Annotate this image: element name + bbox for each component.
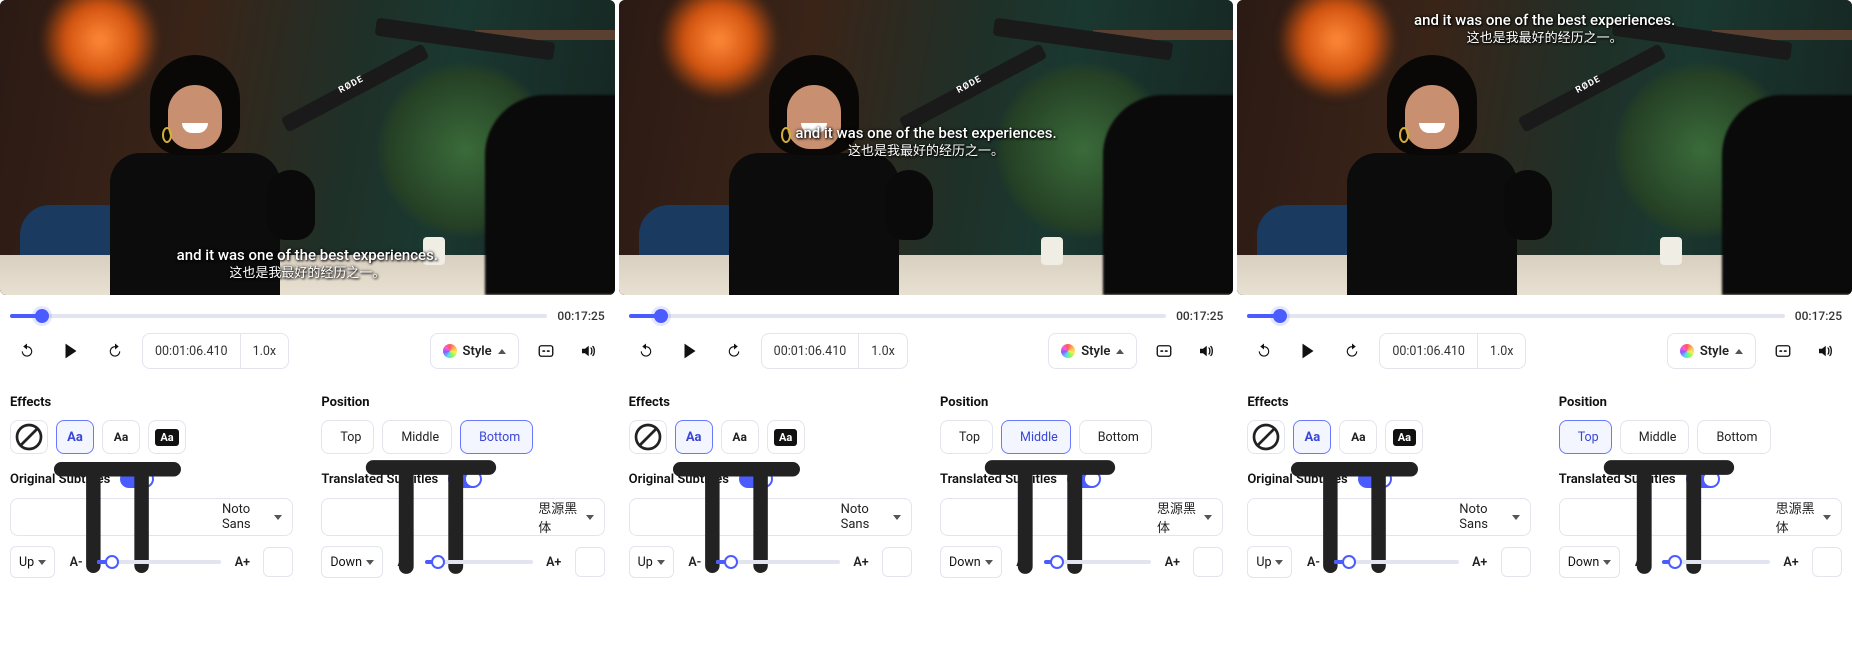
progress-bar[interactable]: [10, 314, 547, 318]
chevron-down-icon: [274, 515, 282, 520]
original-size-plus[interactable]: A+: [1469, 555, 1491, 570]
speed-select[interactable]: 1.0x: [858, 334, 907, 368]
captions-button[interactable]: [529, 334, 563, 368]
translated-size-slider[interactable]: [1044, 560, 1152, 564]
progress-bar[interactable]: [629, 314, 1166, 318]
video-subject: [1317, 35, 1537, 295]
total-duration: 00:17:25: [557, 309, 604, 323]
editor-panel: RØDE and it was one of the best experien…: [619, 0, 1234, 664]
position-heading: Position: [321, 395, 604, 410]
effects-heading: Effects: [10, 395, 293, 410]
progress-bar[interactable]: [1247, 314, 1784, 318]
editor-panel: RØDE and it was one of the best experien…: [1237, 0, 1852, 664]
editor-panel: RØDE and it was one of the best experien…: [0, 0, 615, 664]
translated-size-plus[interactable]: A+: [1780, 555, 1802, 570]
speed-select[interactable]: 1.0x: [240, 334, 289, 368]
chevron-down-icon: [1204, 515, 1212, 520]
chevron-up-icon: [498, 349, 506, 354]
style-icon: [1061, 344, 1075, 358]
chevron-up-icon: [1116, 349, 1124, 354]
original-size-slider[interactable]: [97, 560, 221, 564]
volume-button[interactable]: [1189, 334, 1223, 368]
original-size-slider[interactable]: [716, 560, 840, 564]
chevron-down-icon: [586, 515, 594, 520]
play-button[interactable]: [1291, 334, 1325, 368]
effects-heading: Effects: [629, 395, 912, 410]
translated-font-select-value: 思源黑体: [1157, 498, 1196, 536]
translated-size-plus[interactable]: A+: [543, 555, 565, 570]
translated-color-swatch[interactable]: [575, 547, 605, 577]
total-duration: 00:17:25: [1795, 309, 1842, 323]
rewind-button[interactable]: [10, 334, 44, 368]
video-preview[interactable]: RØDE and it was one of the best experien…: [619, 0, 1234, 295]
translated-font-select[interactable]: 思源黑体: [1559, 498, 1842, 536]
effects-heading: Effects: [1247, 395, 1530, 410]
captions-button[interactable]: [1766, 334, 1800, 368]
video-subject: [699, 35, 919, 295]
translated-size-slider[interactable]: [1662, 560, 1770, 564]
original-size-plus[interactable]: A+: [850, 555, 872, 570]
time-speed-segment: 00:01:06.410 1.0x: [1379, 333, 1526, 369]
original-font-select-value: Noto Sans: [1459, 502, 1503, 532]
speed-select[interactable]: 1.0x: [1477, 334, 1526, 368]
translated-font-select[interactable]: 思源黑体: [321, 498, 604, 536]
style-icon: [1680, 344, 1694, 358]
translated-size-slider[interactable]: [425, 560, 533, 564]
translated-color-swatch[interactable]: [1812, 547, 1842, 577]
volume-button[interactable]: [571, 334, 605, 368]
translated-font-select-value: 思源黑体: [538, 498, 577, 536]
original-color-swatch[interactable]: [263, 547, 293, 577]
original-font-select[interactable]: Noto Sans: [10, 498, 293, 536]
total-duration: 00:17:25: [1176, 309, 1223, 323]
forward-button[interactable]: [98, 334, 132, 368]
style-button[interactable]: Style: [1667, 333, 1756, 369]
video-preview[interactable]: RØDE and it was one of the best experien…: [1237, 0, 1852, 295]
video-subject: [80, 35, 300, 295]
translated-size-plus[interactable]: A+: [1161, 555, 1183, 570]
original-color-swatch[interactable]: [882, 547, 912, 577]
chevron-down-icon: [1512, 515, 1520, 520]
original-font-select[interactable]: Noto Sans: [629, 498, 912, 536]
play-button[interactable]: [54, 334, 88, 368]
translated-color-swatch[interactable]: [1193, 547, 1223, 577]
translated-font-select[interactable]: 思源黑体: [940, 498, 1223, 536]
time-speed-segment: 00:01:06.410 1.0x: [761, 333, 908, 369]
chevron-down-icon: [893, 515, 901, 520]
chevron-down-icon: [1823, 515, 1831, 520]
original-font-select[interactable]: Noto Sans: [1247, 498, 1530, 536]
time-speed-segment: 00:01:06.410 1.0x: [142, 333, 289, 369]
original-size-slider[interactable]: [1334, 560, 1458, 564]
current-time-input[interactable]: 00:01:06.410: [762, 334, 859, 368]
chevron-up-icon: [1735, 349, 1743, 354]
current-time-input[interactable]: 00:01:06.410: [1380, 334, 1477, 368]
position-heading: Position: [940, 395, 1223, 410]
position-heading: Position: [1559, 395, 1842, 410]
current-time-input[interactable]: 00:01:06.410: [143, 334, 240, 368]
rewind-button[interactable]: [1247, 334, 1281, 368]
original-font-select-value: Noto Sans: [222, 502, 266, 532]
forward-button[interactable]: [1335, 334, 1369, 368]
rewind-button[interactable]: [629, 334, 663, 368]
play-button[interactable]: [673, 334, 707, 368]
translated-font-select-value: 思源黑体: [1776, 498, 1815, 536]
original-font-select-value: Noto Sans: [841, 502, 885, 532]
style-button[interactable]: Style: [1048, 333, 1137, 369]
style-icon: [443, 344, 457, 358]
style-button[interactable]: Style: [430, 333, 519, 369]
video-preview[interactable]: RØDE and it was one of the best experien…: [0, 0, 615, 295]
original-color-swatch[interactable]: [1501, 547, 1531, 577]
volume-button[interactable]: [1808, 334, 1842, 368]
captions-button[interactable]: [1147, 334, 1181, 368]
original-size-plus[interactable]: A+: [231, 555, 253, 570]
forward-button[interactable]: [717, 334, 751, 368]
